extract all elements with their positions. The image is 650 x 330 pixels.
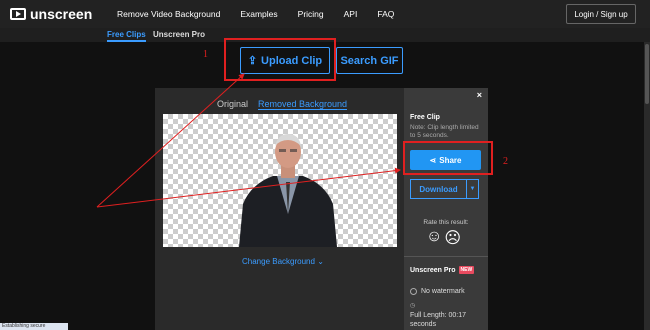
status-bar: Establishing secure connection... xyxy=(0,323,68,330)
arrow-to-share xyxy=(96,167,401,208)
annotation-arrows xyxy=(96,73,401,208)
arrow-to-upload xyxy=(96,73,245,208)
